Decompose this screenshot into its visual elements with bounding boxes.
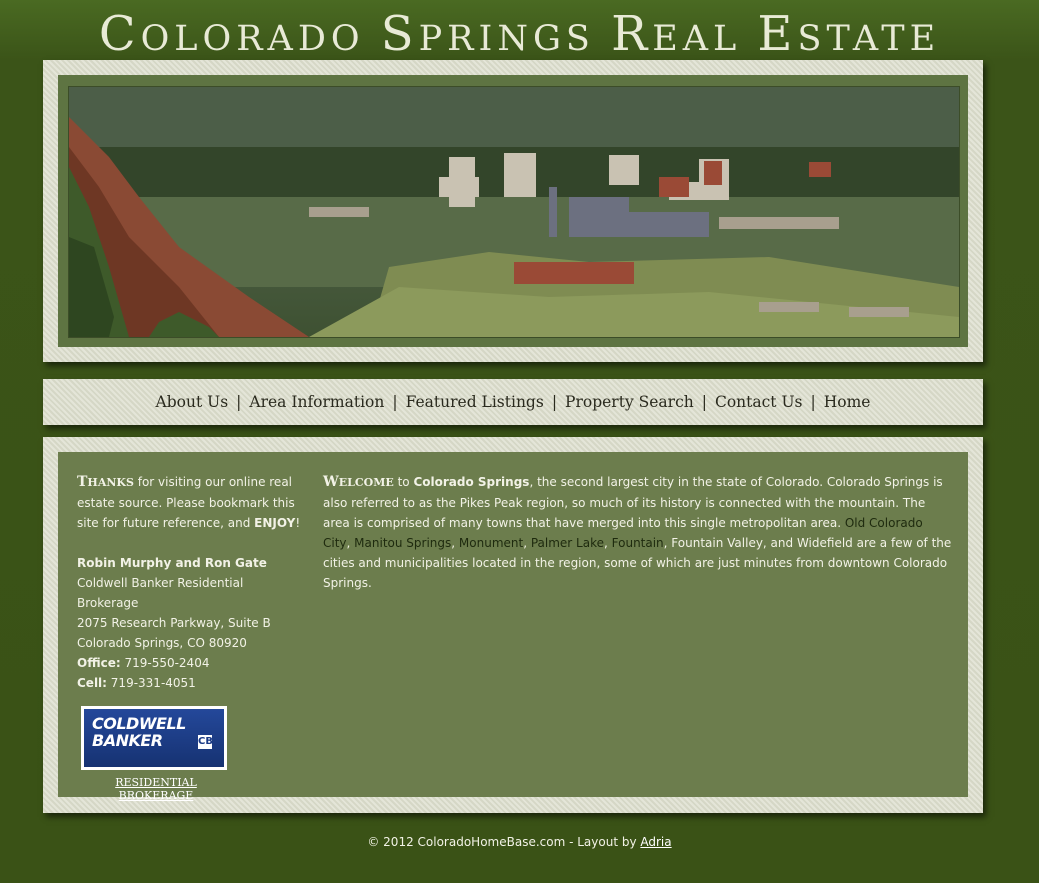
title-word-4: Estate [757, 6, 941, 62]
cell-phone: Cell: 719-331-4051 [77, 676, 196, 690]
nav-home[interactable]: Home [824, 393, 871, 411]
nav-separator: | [551, 393, 558, 411]
nav-about-us[interactable]: About Us [156, 393, 229, 411]
site-title: Colorado Springs Real Estate [0, 6, 1039, 62]
footer-copyright: © 2012 ColoradoHomeBase.com - Layout by [367, 835, 641, 849]
nav-list: About Us | Area Information | Featured L… [43, 379, 983, 425]
logo-wordmark: COLDWELL BANKER [92, 714, 186, 750]
nav-property-search[interactable]: Property Search [565, 393, 694, 411]
sidebar-lead-word: Thanks [77, 474, 134, 490]
content-panel: Thanks for visiting our online real esta… [43, 437, 983, 813]
nav-featured-listings[interactable]: Featured Listings [406, 393, 544, 411]
address-line-1: 2075 Research Parkway, Suite B [77, 616, 271, 630]
nav-separator: | [701, 393, 707, 411]
address-line-2: Colorado Springs, CO 80920 [77, 636, 247, 650]
nav-separator: | [810, 393, 816, 411]
link-palmer-lake[interactable]: Palmer Lake [531, 536, 604, 550]
office-phone: Office: 719-550-2404 [77, 656, 210, 670]
sidebar-intro: Thanks for visiting our online real esta… [77, 474, 301, 530]
title-word-3: Real [611, 6, 742, 62]
title-word-1: Colorado [98, 6, 365, 62]
link-monument[interactable]: Monument [459, 536, 523, 550]
nav-separator: | [236, 393, 242, 411]
nav-contact-us[interactable]: Contact Us [715, 393, 803, 411]
content-area: Thanks for visiting our online real esta… [58, 452, 968, 802]
banner-frame [58, 75, 968, 347]
brokerage-name: Coldwell Banker Residential Brokerage [77, 576, 244, 610]
footer-author-link[interactable]: Adria [640, 835, 671, 849]
logo-subtitle: RESIDENTIAL BROKERAGE [115, 776, 197, 802]
agent-names: Robin Murphy and Ron Gate [77, 556, 267, 570]
banner-panel [43, 60, 983, 362]
cb-mark-icon: CB [198, 735, 213, 749]
nav-separator: | [392, 393, 398, 411]
link-fountain[interactable]: Fountain [612, 536, 664, 550]
footer: © 2012 ColoradoHomeBase.com - Layout by … [0, 835, 1039, 849]
title-word-2: Springs [380, 6, 595, 62]
sidebar: Thanks for visiting our online real esta… [77, 472, 302, 693]
city-panorama-image [68, 86, 960, 338]
coldwell-banker-logo[interactable]: COLDWELL BANKER CB RESIDENTIAL BROKERAGE [81, 706, 231, 802]
logo-box: COLDWELL BANKER CB [81, 706, 227, 770]
main-navigation: About Us | Area Information | Featured L… [43, 379, 983, 425]
link-manitou-springs[interactable]: Manitou Springs [354, 536, 451, 550]
welcome-text: Welcome to Colorado Springs, the second … [323, 474, 952, 590]
nav-area-information[interactable]: Area Information [249, 393, 384, 411]
welcome-lead-word: Welcome [323, 474, 394, 490]
